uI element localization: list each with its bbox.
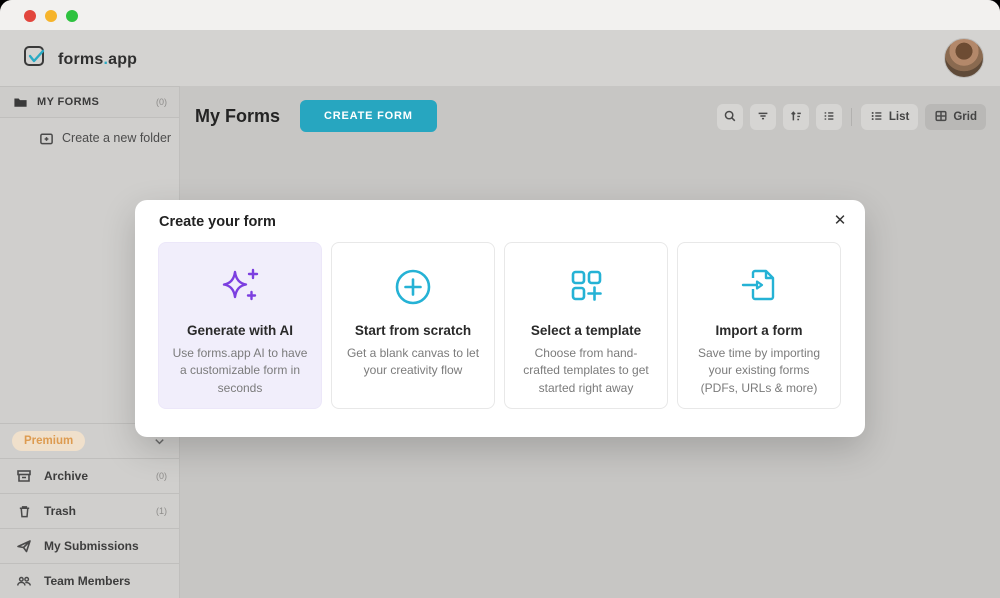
card-title: Import a form [715,323,802,338]
checklist-icon [822,109,836,126]
search-icon [723,109,737,126]
search-button[interactable] [717,104,743,130]
view-toolbar: List Grid [717,104,986,130]
template-plus-icon [564,261,608,313]
sidebar-bottom-nav: Premium Archive (0) Trash (1) [0,423,179,598]
folder-plus-icon [38,130,54,146]
create-form-button[interactable]: CREATE FORM [300,100,437,132]
sidebar-item-trash[interactable]: Trash (1) [0,493,179,528]
create-folder-label: Create a new folder [62,131,171,145]
checklist-button[interactable] [816,104,842,130]
user-avatar[interactable] [944,38,984,78]
main-header: My Forms CREATE FORM [195,100,437,132]
toolbar-divider [851,108,852,126]
sidebar-item-team-members[interactable]: Team Members [0,563,179,598]
grid-view-icon [934,109,948,126]
filter-button[interactable] [750,104,776,130]
folder-icon [12,94,28,110]
card-title: Select a template [531,323,641,338]
sidebar-item-my-submissions[interactable]: My Submissions [0,528,179,563]
sidebar-item-label: Team Members [44,574,155,588]
sidebar-item-label: Trash [44,504,144,518]
archive-icon [16,468,32,484]
sidebar-item-label: Archive [44,469,144,483]
modal-title: Create your form [159,214,276,230]
circle-plus-icon [392,261,434,313]
premium-badge: Premium [12,431,85,451]
sort-button[interactable] [783,104,809,130]
filter-icon [756,109,770,126]
card-description: Save time by importing your existing for… [690,345,828,397]
logo-text: forms.app [58,51,137,69]
list-view-icon [870,109,884,126]
list-view-button[interactable]: List [861,104,918,130]
close-window-icon[interactable] [24,10,36,22]
trash-icon [16,503,32,519]
card-description: Choose from hand-crafted templates to ge… [517,345,655,397]
paper-plane-icon [16,538,32,554]
card-generate-with-ai[interactable]: Generate with AI Use forms.app AI to hav… [158,242,322,409]
ai-sparkle-icon [216,261,264,313]
sidebar-item-label: My Submissions [44,539,155,553]
team-icon [16,573,32,589]
close-icon[interactable]: ✕ [827,207,853,233]
card-select-a-template[interactable]: Select a template Choose from hand-craft… [504,242,668,409]
archive-count: (0) [156,471,167,481]
minimize-window-icon[interactable] [45,10,57,22]
app-header: forms.app [0,30,1000,86]
card-import-a-form[interactable]: Import a form Save time by importing you… [677,242,841,409]
create-form-modal: Create your form ✕ Generate with AI Use … [135,200,865,437]
card-description: Get a blank canvas to let your creativit… [344,345,482,380]
list-view-label: List [889,111,909,123]
page-title: My Forms [195,106,280,127]
create-new-folder-button[interactable]: Create a new folder [0,118,179,158]
import-form-icon [736,261,782,313]
sidebar-item-my-forms[interactable]: MY FORMS (0) [0,86,179,118]
grid-view-button[interactable]: Grid [925,104,986,130]
card-description: Use forms.app AI to have a customizable … [171,345,309,397]
forms-app-logo[interactable]: forms.app [22,43,137,76]
window-titlebar [0,0,1000,30]
trash-count: (1) [156,506,167,516]
zoom-window-icon[interactable] [66,10,78,22]
app-window: forms.app MY FORMS (0) Create a new fold… [0,0,1000,598]
sidebar-item-archive[interactable]: Archive (0) [0,458,179,493]
my-forms-count: (0) [156,97,167,107]
card-start-from-scratch[interactable]: Start from scratch Get a blank canvas to… [331,242,495,409]
sort-icon [789,109,803,126]
card-title: Start from scratch [355,323,471,338]
traffic-lights [24,10,78,22]
create-options: Generate with AI Use forms.app AI to hav… [158,242,841,409]
grid-view-label: Grid [953,111,977,123]
card-title: Generate with AI [187,323,293,338]
logo-check-icon [22,43,50,76]
sidebar-item-label: MY FORMS [37,96,147,108]
